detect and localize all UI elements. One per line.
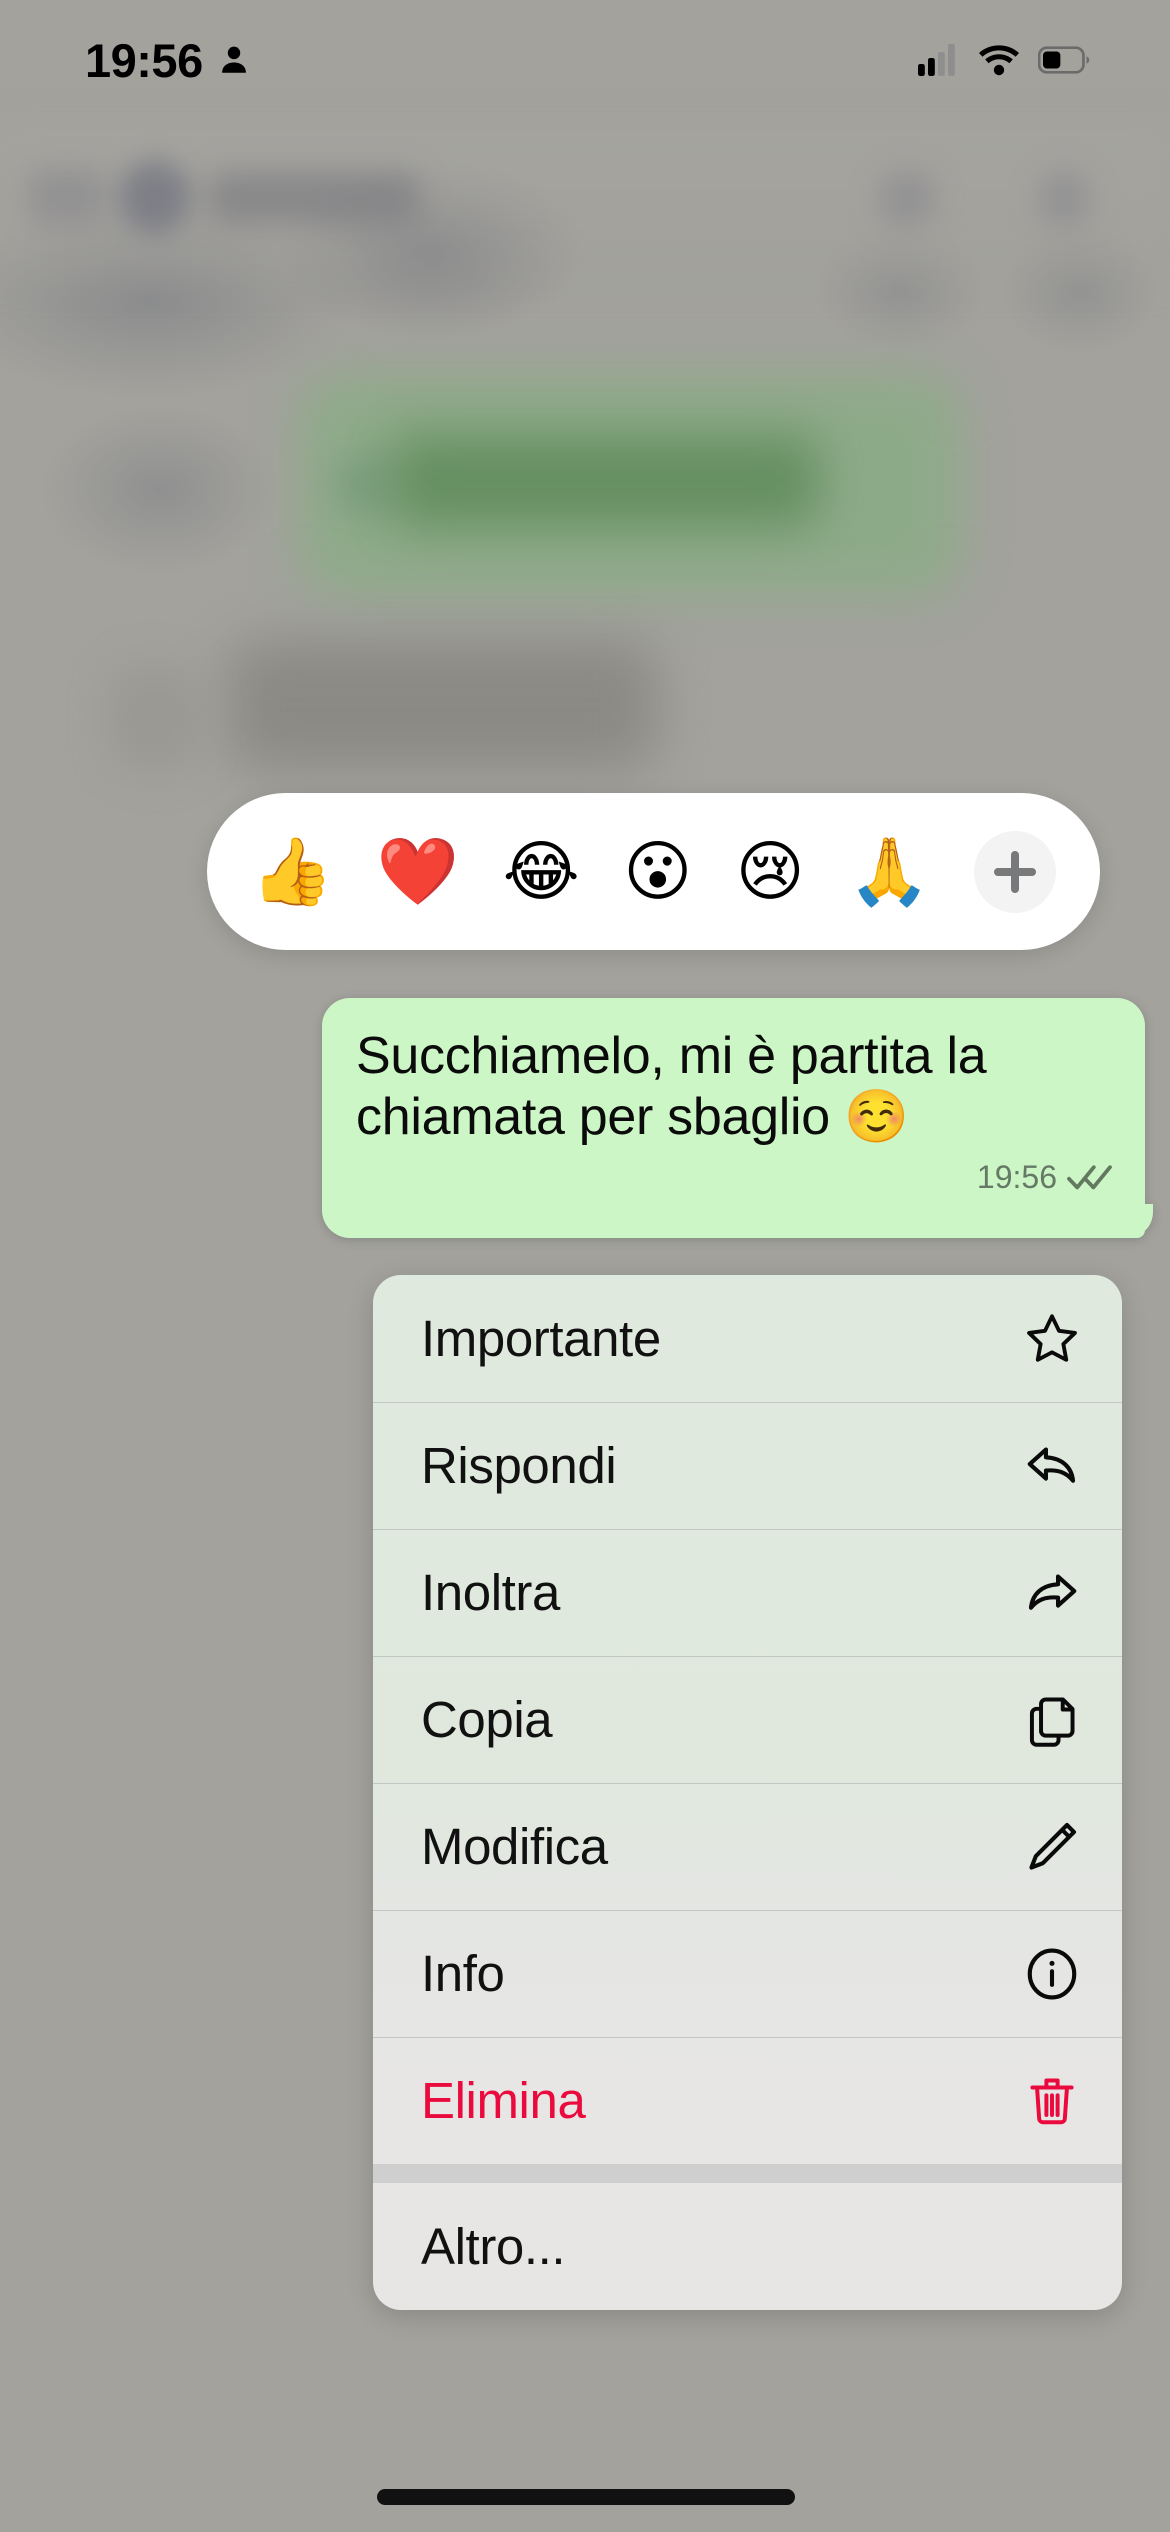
- wifi-icon: [979, 45, 1019, 76]
- crying-face-reaction[interactable]: 😢: [736, 838, 805, 905]
- add-reaction-button[interactable]: [973, 830, 1056, 913]
- blurred-voice-call-button: [1040, 172, 1088, 226]
- message-timestamp: 19:56: [976, 1158, 1057, 1195]
- battery-icon: [1038, 46, 1090, 74]
- menu-item-label: Inoltra: [421, 1564, 560, 1621]
- cellular-signal-icon: [918, 44, 955, 76]
- menu-section-divider: [373, 2164, 1122, 2183]
- menu-item-info[interactable]: Info: [373, 1910, 1122, 2037]
- star-icon: [1022, 1309, 1082, 1369]
- blurred-contact-avatar: [118, 160, 192, 234]
- menu-item-copia[interactable]: Copia: [373, 1656, 1122, 1783]
- menu-item-label: Modifica: [421, 1818, 608, 1875]
- outgoing-message-bubble[interactable]: Succhiamelo, mi è partita la chiamata pe…: [322, 998, 1153, 1238]
- status-bar: 19:56: [0, 0, 1170, 120]
- reply-icon: [1022, 1436, 1082, 1496]
- menu-item-label: Altro...: [421, 2218, 566, 2275]
- message-meta: 19:56: [356, 1159, 1113, 1196]
- forward-icon: [1022, 1563, 1082, 1623]
- double-check-icon: [1067, 1165, 1112, 1190]
- home-indicator[interactable]: [377, 2489, 795, 2505]
- pencil-icon: [1022, 1817, 1082, 1877]
- status-bar-right: [918, 44, 1090, 76]
- menu-item-rispondi[interactable]: Rispondi: [373, 1402, 1122, 1529]
- reaction-picker-bar[interactable]: 👍 ❤️ 😂 😮 😢 🙏: [207, 793, 1100, 950]
- menu-item-label: Importante: [421, 1310, 661, 1367]
- bubble-tail: [1135, 1204, 1165, 1238]
- blurred-bubble-1-text: [390, 435, 820, 527]
- status-bar-left: 19:56: [85, 33, 251, 88]
- menu-item-inoltra[interactable]: Inoltra: [373, 1529, 1122, 1656]
- blurred-bubble-1-icon: [335, 455, 395, 515]
- person-icon: [221, 46, 246, 73]
- blurred-message-bubble-2: [228, 640, 658, 770]
- folded-hands-reaction[interactable]: 🙏: [848, 838, 930, 905]
- open-mouth-reaction[interactable]: 😮: [623, 838, 692, 905]
- blurred-bubble-2-avatar: [110, 665, 200, 770]
- menu-item-elimina[interactable]: Elimina: [373, 2037, 1122, 2164]
- trash-icon: [1022, 2071, 1082, 2131]
- blurred-video-call-button: [880, 172, 934, 226]
- message-text: Succhiamelo, mi è partita la chiamata pe…: [356, 1027, 987, 1147]
- red-heart-reaction[interactable]: ❤️: [377, 838, 459, 905]
- menu-item-label: Rispondi: [421, 1437, 617, 1494]
- tears-of-joy-reaction[interactable]: 😂: [503, 838, 580, 905]
- menu-item-label: Copia: [421, 1691, 553, 1748]
- menu-item-importante[interactable]: Importante: [373, 1275, 1122, 1402]
- message-context-menu[interactable]: Importante Rispondi Inoltra Copia Modifi…: [373, 1275, 1122, 2310]
- blurred-contact-name: [208, 172, 418, 224]
- thumbs-up-reaction[interactable]: 👍: [251, 838, 333, 905]
- menu-item-label: Info: [421, 1945, 505, 2002]
- info-icon: [1022, 1944, 1082, 2004]
- copy-icon: [1022, 1690, 1082, 1750]
- clock-label: 19:56: [85, 33, 203, 87]
- menu-item-altro[interactable]: Altro...: [373, 2183, 1122, 2310]
- menu-item-modifica[interactable]: Modifica: [373, 1783, 1122, 1910]
- blurred-back-button: [28, 168, 106, 226]
- menu-item-label: Elimina: [421, 2072, 586, 2129]
